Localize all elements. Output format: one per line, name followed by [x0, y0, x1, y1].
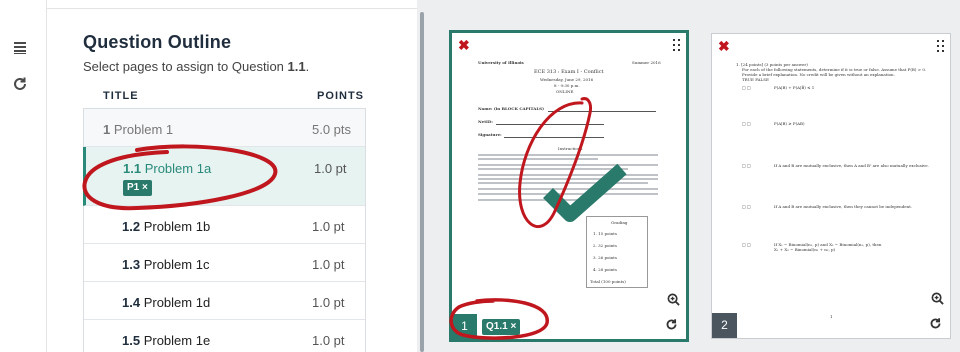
table-header: TITLE POINTS — [83, 88, 364, 108]
subtitle-suffix: . — [305, 59, 310, 74]
zoom-in-icon[interactable] — [667, 293, 680, 309]
outline-subtitle: Select pages to assign to Question 1.1. — [83, 59, 309, 74]
doc-name-label: Name: (in BLOCK CAPITALS) — [478, 106, 544, 111]
question-points: 1.0 pt — [312, 295, 345, 310]
doc-page-footer: 1 — [830, 314, 833, 319]
doc-checkbox: □ □ — [742, 85, 751, 90]
question-name: Problem 1b — [143, 219, 211, 234]
doc-statement: P(A|B) + P(A|B̄) ≤ 1 — [774, 85, 815, 90]
outline-title: Question Outline — [83, 32, 232, 52]
zoom-in-icon[interactable] — [931, 292, 944, 308]
question-row-1-3[interactable]: 1.3 Problem 1c 1.0 pt — [84, 244, 365, 282]
grading-total: Total (100 points) — [590, 279, 626, 284]
page-tag[interactable]: P1 × — [123, 180, 152, 196]
question-name: Problem 1e — [143, 333, 211, 348]
question-title: 1.5 Problem 1e — [122, 333, 210, 348]
grading-item: 4. 28 points — [593, 267, 617, 272]
question-name: Problem 1c — [143, 257, 210, 272]
question-title: 1 Problem 1 — [103, 122, 173, 137]
question-points: 1.0 pt — [312, 257, 345, 272]
grading-item: 1. 15 points — [593, 231, 617, 236]
question-number: 1 — [103, 122, 111, 137]
doc-checkbox: □ □ — [742, 121, 751, 126]
question-name: Problem 1 — [113, 122, 174, 137]
grading-item: 2. 32 points — [593, 243, 617, 248]
doc-university: University of Illinois — [478, 60, 524, 65]
doc-true-false-header: TRUE FALSE — [742, 77, 769, 82]
doc-checkbox: □ □ — [742, 242, 751, 247]
doc-netid-label: NetID: — [478, 119, 493, 124]
question-number: 1.4 — [122, 295, 141, 310]
doc-statement: If A and B are mutually exclusive, then … — [774, 163, 929, 168]
doc-statement: P(A|B) ≥ P(AB) — [774, 121, 805, 126]
subtitle-question: 1.1 — [287, 59, 306, 74]
question-title: 1.4 Problem 1d — [122, 295, 210, 310]
question-number: 1.1 — [123, 161, 142, 176]
question-name: Problem 1a — [144, 161, 212, 176]
question-points: 1.0 pt — [312, 219, 345, 234]
question-row-1-5[interactable]: 1.5 Problem 1e 1.0 pt — [84, 320, 365, 352]
grading-box: Grading 1. 15 points 2. 32 points 3. 26 … — [586, 216, 648, 288]
page-number-badge: 1 — [452, 314, 477, 339]
question-title: 1.1 Problem 1a — [123, 161, 211, 176]
question-name: Problem 1d — [143, 295, 211, 310]
question-tag[interactable]: Q1.1 × — [482, 319, 521, 335]
doc-time: 8 - 9:30 p.m. — [554, 83, 580, 88]
question-outline-panel: Question Outline Select pages to assign … — [47, 10, 417, 352]
question-row-1-2[interactable]: 1.2 Problem 1b 1.0 pt — [84, 206, 365, 244]
left-toolbar — [0, 0, 47, 352]
doc-date: Wednesday, June 29, 2016 — [540, 77, 594, 82]
list-icon[interactable] — [12, 40, 28, 56]
close-icon[interactable]: ✖ — [718, 38, 730, 55]
question-title: 1.3 Problem 1c — [122, 257, 209, 272]
rotate-icon[interactable] — [665, 318, 678, 334]
doc-checkbox: □ □ — [742, 163, 751, 168]
doc-instructions: Instructions — [558, 146, 583, 151]
refresh-icon[interactable] — [12, 76, 28, 92]
question-number: 1.2 — [122, 219, 141, 234]
subtitle-prefix: Select pages to assign to Question — [83, 59, 288, 74]
question-points: 5.0 pts — [312, 122, 352, 137]
drag-handle-icon[interactable] — [937, 40, 945, 54]
pages-area: ✖ University of Illinois Summer 2016 ECE… — [427, 0, 960, 352]
question-points: 1.0 pt — [312, 333, 345, 348]
question-row-1-4[interactable]: 1.4 Problem 1d 1.0 pt — [84, 282, 365, 320]
page-thumbnail-2[interactable]: ✖ 1. [24 points] (3 points per answer) F… — [711, 33, 951, 339]
page-number-badge: 2 — [712, 313, 737, 338]
rotate-icon[interactable] — [929, 317, 942, 333]
col-points: POINTS — [317, 90, 364, 102]
doc-checkbox: □ □ — [742, 204, 751, 209]
drag-handle-icon[interactable] — [673, 39, 681, 53]
doc-exam-title: ECE 313 : Exam I - Conflict — [534, 69, 604, 75]
doc-term: Summer 2016 — [632, 60, 661, 65]
divider-handle[interactable] — [420, 12, 424, 352]
question-title: 1.2 Problem 1b — [122, 219, 210, 234]
grading-title: Grading — [611, 220, 628, 225]
doc-statement: If A and B are mutually exclusive, then … — [774, 204, 913, 209]
doc-signature-label: Signature: — [478, 132, 502, 137]
question-row-1[interactable]: 1 Problem 1 5.0 pts — [84, 109, 365, 147]
question-table: 1 Problem 1 5.0 pts 1.1 Problem 1a 1.0 p… — [83, 108, 366, 352]
question-row-1-1[interactable]: 1.1 Problem 1a 1.0 pt P1 × — [83, 147, 365, 206]
doc-statement: X₁ + X₂ ∼ Binomial(n₁ + n₂, p) — [774, 247, 836, 252]
question-number: 1.5 — [122, 333, 141, 348]
grading-item: 3. 26 points — [593, 255, 617, 260]
close-icon[interactable]: ✖ — [458, 37, 470, 54]
top-border — [47, 0, 420, 9]
doc-mode: ONLINE — [556, 89, 574, 94]
question-number: 1.3 — [122, 257, 141, 272]
question-points: 1.0 pt — [314, 161, 347, 176]
page-thumbnail-1[interactable]: ✖ University of Illinois Summer 2016 ECE… — [449, 30, 689, 342]
panel-divider[interactable] — [417, 0, 427, 352]
col-title: TITLE — [103, 90, 139, 102]
